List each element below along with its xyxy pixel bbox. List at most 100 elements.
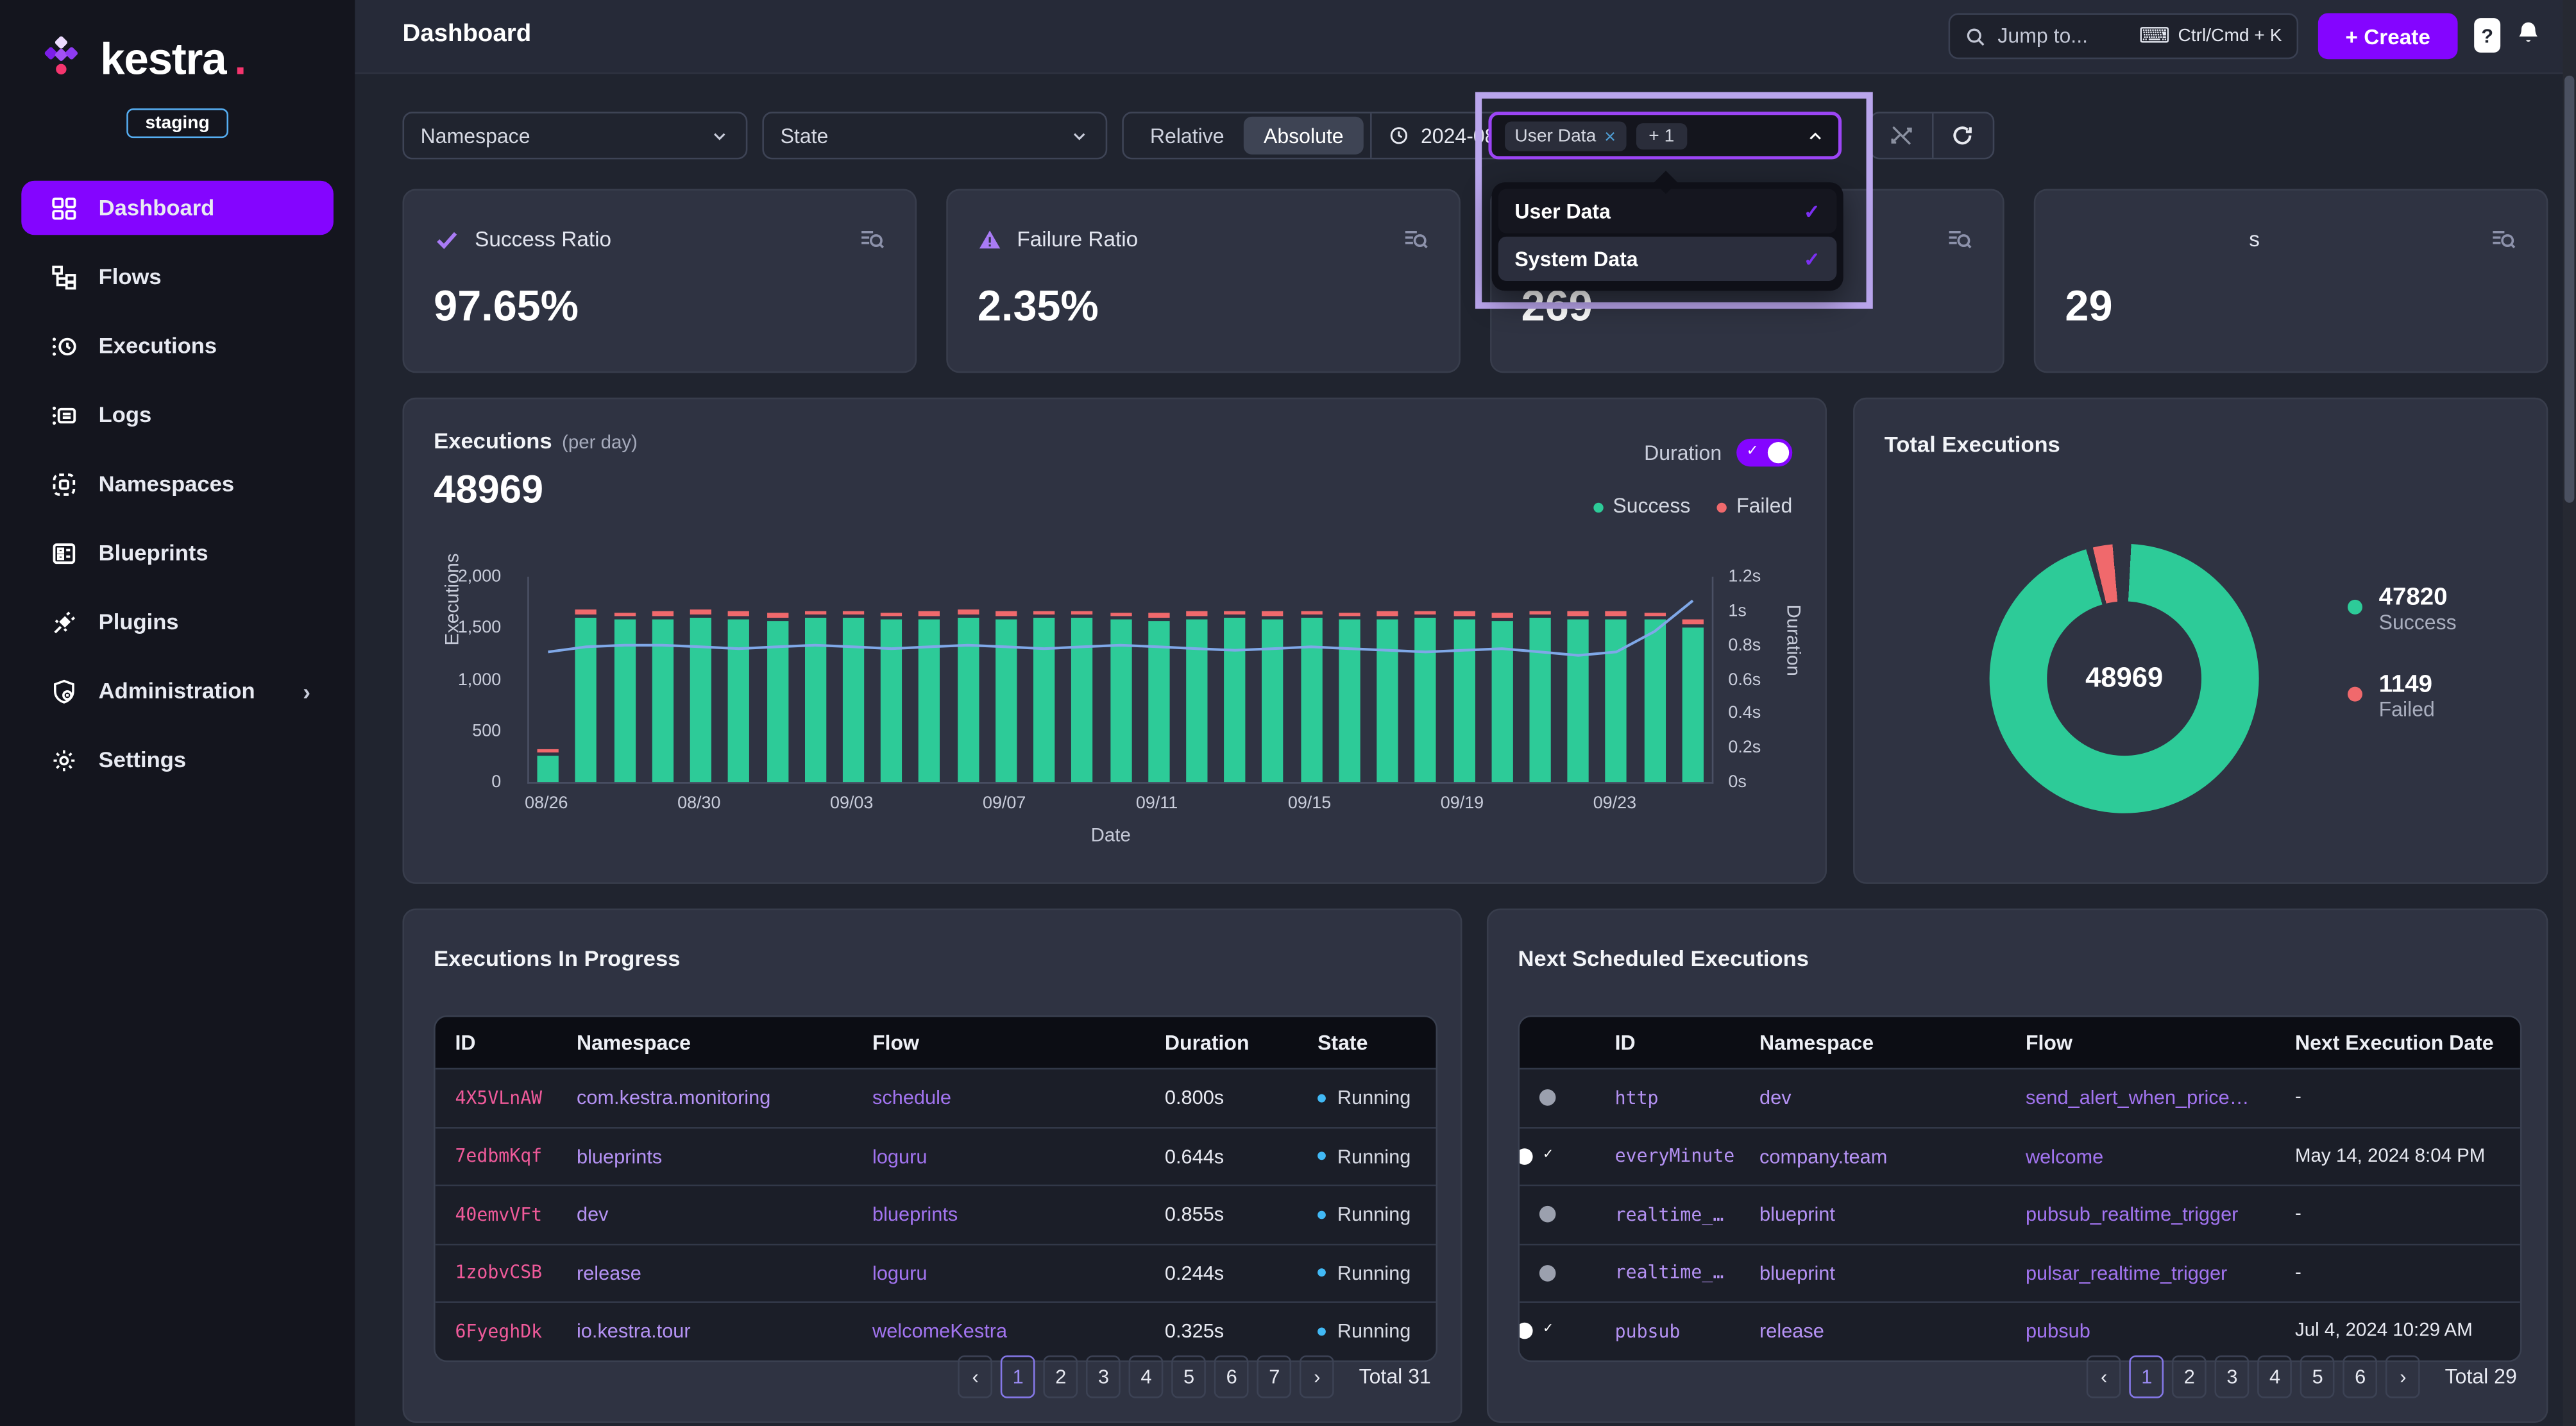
namespace-link[interactable]: io.kestra.tour: [557, 1320, 852, 1343]
sidebar-item-settings[interactable]: Settings: [21, 733, 334, 787]
pagination-page-6[interactable]: 6: [1214, 1355, 1249, 1398]
flow-link[interactable]: pubsub: [2006, 1320, 2275, 1343]
data-type-select[interactable]: User Data × + 1: [1488, 112, 1842, 159]
sidebar-item-plugins[interactable]: Plugins: [21, 595, 334, 649]
pagination-page-6[interactable]: 6: [2343, 1355, 2378, 1398]
sidebar-item-namespaces[interactable]: Namespaces: [21, 457, 334, 511]
namespace-link[interactable]: company.team: [1740, 1145, 2006, 1168]
trigger-id-link[interactable]: realtime_…: [1595, 1204, 1740, 1225]
create-button[interactable]: + Create: [2318, 13, 2458, 59]
trigger-id-link[interactable]: http: [1595, 1087, 1740, 1108]
legend-item-success[interactable]: Success: [1593, 495, 1691, 518]
pagination-prev[interactable]: ‹: [2087, 1355, 2121, 1398]
execution-id-link[interactable]: 4X5VLnAW: [436, 1087, 557, 1108]
flow-link[interactable]: send_alert_when_price…: [2006, 1087, 2275, 1110]
chip-close-icon[interactable]: ×: [1604, 124, 1616, 147]
executions-chart-card: Executions (per day) 48969 Duration ✓ Su…: [402, 398, 1827, 884]
namespace-link[interactable]: dev: [1740, 1087, 2006, 1110]
dropdown-option-user-data[interactable]: User Data✓: [1498, 189, 1837, 233]
auto-refresh-off-icon[interactable]: [1871, 114, 1933, 158]
execution-id-link[interactable]: 7edbmKqf: [436, 1146, 557, 1167]
trigger-id-link[interactable]: pubsub: [1595, 1321, 1740, 1342]
sidebar-item-blueprints[interactable]: Blueprints: [21, 526, 334, 581]
pagination-next[interactable]: ›: [1300, 1355, 1334, 1398]
trigger-toggle-cell: ✓: [1520, 1145, 1595, 1168]
namespace-link[interactable]: release: [557, 1261, 852, 1284]
x-tick-label: 09/11: [1136, 794, 1178, 813]
pagination-next[interactable]: ›: [2385, 1355, 2420, 1398]
execution-id-link[interactable]: 1zobvCSB: [436, 1262, 557, 1284]
scrollbar-thumb[interactable]: [2564, 76, 2574, 503]
pagination-page-4[interactable]: 4: [2258, 1355, 2292, 1398]
pagination-page-1[interactable]: 1: [2130, 1355, 2164, 1398]
state-filter-label: State: [781, 124, 829, 147]
flow-link[interactable]: schedule: [852, 1087, 1145, 1110]
y2-tick-label: 1s: [1728, 601, 1746, 621]
dropdown-option-system-data[interactable]: System Data✓: [1498, 237, 1837, 281]
namespace-link[interactable]: blueprint: [1740, 1203, 2006, 1226]
duration-value: 0.855s: [1145, 1203, 1298, 1226]
namespace-link[interactable]: com.kestra.monitoring: [557, 1087, 852, 1110]
relative-absolute-segmented: Relative Absolute: [1124, 114, 1371, 158]
refresh-icon[interactable]: [1933, 114, 1992, 158]
execution-id-link[interactable]: 40emvVFt: [436, 1204, 557, 1225]
relative-tab[interactable]: Relative: [1130, 124, 1244, 147]
absolute-tab[interactable]: Absolute: [1244, 117, 1363, 155]
flow-link[interactable]: loguru: [852, 1261, 1145, 1284]
trigger-id-link[interactable]: realtime_…: [1595, 1262, 1740, 1284]
flow-link[interactable]: pubsub_realtime_trigger: [2006, 1203, 2275, 1226]
pagination-page-3[interactable]: 3: [1087, 1355, 1121, 1398]
trigger-id-link[interactable]: everyMinute: [1595, 1146, 1740, 1167]
flow-link[interactable]: welcome: [2006, 1145, 2275, 1168]
duration-value: 0.800s: [1145, 1087, 1298, 1110]
in-progress-pagination: ‹1234567›Total 31: [958, 1355, 1431, 1398]
kestra-logo[interactable]: kestra.: [0, 0, 355, 85]
scrollbar[interactable]: [2563, 0, 2575, 1426]
flow-link[interactable]: pulsar_realtime_trigger: [2006, 1261, 2275, 1284]
stat-card-1: Failure Ratio2.35%: [946, 189, 1461, 373]
search-icon: [1965, 26, 1986, 47]
data-type-dropdown: User Data✓System Data✓: [1492, 182, 1843, 291]
state-filter-select[interactable]: State: [762, 112, 1107, 159]
sidebar-item-administration[interactable]: Administration›: [21, 664, 334, 718]
pagination-page-5[interactable]: 5: [1172, 1355, 1207, 1398]
table-row: 40emvVFtdevblueprints0.855sRunning: [436, 1185, 1436, 1243]
pagination-page-4[interactable]: 4: [1129, 1355, 1164, 1398]
flow-link[interactable]: loguru: [852, 1145, 1145, 1168]
pagination-page-7[interactable]: 7: [1257, 1355, 1292, 1398]
pagination-page-5[interactable]: 5: [2300, 1355, 2335, 1398]
x-tick-label: 08/30: [677, 794, 720, 813]
pagination-page-3[interactable]: 3: [2215, 1355, 2250, 1398]
flow-link[interactable]: welcomeKestra: [852, 1320, 1145, 1343]
legend-item-failed[interactable]: Failed: [1716, 495, 1792, 518]
duration-toggle[interactable]: ✓: [1736, 439, 1792, 467]
next-scheduled-title: Next Scheduled Executions: [1518, 946, 1809, 971]
executions-in-progress-title: Executions In Progress: [434, 946, 680, 971]
namespace-link[interactable]: release: [1740, 1320, 2006, 1343]
namespace-link[interactable]: blueprints: [557, 1145, 852, 1168]
legend-dot: [1593, 503, 1603, 513]
pagination-page-1[interactable]: 1: [1001, 1355, 1035, 1398]
pagination-page-2[interactable]: 2: [1044, 1355, 1078, 1398]
pagination-page-2[interactable]: 2: [2172, 1355, 2207, 1398]
column-header: Flow: [852, 1031, 1145, 1054]
namespace-link[interactable]: dev: [557, 1203, 852, 1226]
execution-id-link[interactable]: 6FyeghDk: [436, 1321, 557, 1342]
x-tick-label: 09/15: [1288, 794, 1331, 813]
help-icon[interactable]: ?: [2474, 18, 2500, 53]
flow-link[interactable]: blueprints: [852, 1203, 1145, 1226]
pagination-prev[interactable]: ‹: [958, 1355, 993, 1398]
namespace-filter-select[interactable]: Namespace: [402, 112, 747, 159]
selected-chip-user-data[interactable]: User Data ×: [1505, 121, 1625, 150]
namespace-link[interactable]: blueprint: [1740, 1261, 2006, 1284]
notifications-bell-icon[interactable]: [2515, 18, 2541, 47]
option-label: System Data: [1514, 247, 1638, 270]
administration-icon: [51, 677, 77, 704]
search-input[interactable]: Jump to... ⌨ Ctrl/Cmd + K: [1949, 13, 2299, 59]
sidebar-item-executions[interactable]: Executions: [21, 319, 334, 373]
sidebar-item-dashboard[interactable]: Dashboard: [21, 181, 334, 235]
sidebar-item-flows[interactable]: Flows: [21, 250, 334, 304]
explore-icon: [2489, 226, 2517, 251]
column-header: Next Execution Date: [2275, 1031, 2520, 1054]
sidebar-item-logs[interactable]: Logs: [21, 387, 334, 442]
